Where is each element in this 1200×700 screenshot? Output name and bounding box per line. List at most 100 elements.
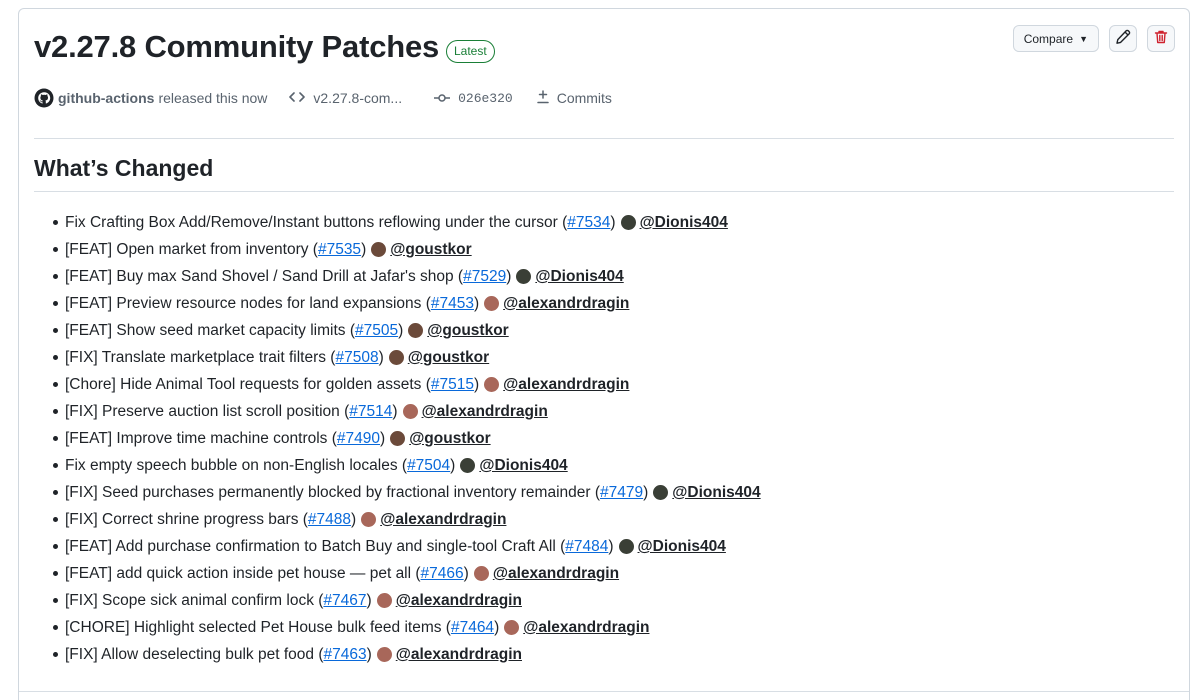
user-link[interactable]: @goustkor bbox=[409, 428, 490, 449]
user-link[interactable]: @goustkor bbox=[427, 320, 508, 341]
change-description: [FEAT] Add purchase confirmation to Batc… bbox=[65, 538, 566, 555]
change-description: [FEAT] Open market from inventory ( bbox=[65, 241, 318, 258]
list-item: [FEAT] Improve time machine controls (#7… bbox=[53, 425, 761, 452]
divider bbox=[34, 138, 1174, 139]
release-author-link[interactable]: github-actions bbox=[58, 90, 154, 106]
compare-button[interactable]: Compare ▼ bbox=[1012, 25, 1099, 52]
user-link[interactable]: @alexandrdragin bbox=[422, 401, 548, 422]
pull-request-link[interactable]: #7488 bbox=[308, 509, 351, 530]
user-link[interactable]: @alexandrdragin bbox=[380, 509, 506, 530]
pull-request-link[interactable]: #7463 bbox=[323, 644, 366, 665]
pull-request-link[interactable]: #7529 bbox=[463, 266, 506, 287]
release-card: v2.27.8 Community Patches Latest Compare… bbox=[18, 8, 1190, 700]
user-link[interactable]: @Dionis404 bbox=[479, 455, 567, 476]
paren-close: ) bbox=[506, 268, 512, 285]
avatar[interactable] bbox=[653, 485, 669, 500]
list-item: [FIX] Allow deselecting bulk pet food (#… bbox=[53, 641, 761, 668]
pull-request-link[interactable]: #7535 bbox=[318, 239, 361, 260]
paren-close: ) bbox=[463, 565, 469, 582]
change-description: [FIX] Seed purchases permanently blocked… bbox=[65, 484, 601, 501]
git-commit-icon bbox=[434, 90, 458, 106]
change-description: [FIX] Preserve auction list scroll posit… bbox=[65, 403, 350, 420]
avatar[interactable] bbox=[473, 566, 489, 581]
pull-request-link[interactable]: #7508 bbox=[335, 347, 378, 368]
avatar[interactable] bbox=[361, 512, 377, 527]
user-link[interactable]: @alexandrdragin bbox=[396, 644, 522, 665]
avatar[interactable] bbox=[376, 647, 392, 662]
pull-request-link[interactable]: #7484 bbox=[565, 536, 608, 557]
change-description: [CHORE] Highlight selected Pet House bul… bbox=[65, 619, 451, 636]
edit-button[interactable] bbox=[1109, 25, 1137, 52]
pull-request-link[interactable]: #7504 bbox=[407, 455, 450, 476]
user-link[interactable]: @alexandrdragin bbox=[503, 374, 629, 395]
user-link[interactable]: @alexandrdragin bbox=[503, 293, 629, 314]
change-description: [FEAT] Show seed market capacity limits … bbox=[65, 322, 355, 339]
paren-close: ) bbox=[398, 322, 404, 339]
pull-request-link[interactable]: #7505 bbox=[355, 320, 398, 341]
paren-close: ) bbox=[643, 484, 649, 501]
avatar[interactable] bbox=[371, 242, 387, 257]
avatar[interactable] bbox=[484, 377, 500, 392]
code-icon bbox=[289, 90, 313, 106]
pull-request-link[interactable]: #7514 bbox=[349, 401, 392, 422]
list-item: [FIX] Scope sick animal confirm lock (#7… bbox=[53, 587, 761, 614]
list-item: [FIX] Seed purchases permanently blocked… bbox=[53, 479, 761, 506]
list-item: [Chore] Hide Animal Tool requests for go… bbox=[53, 371, 761, 398]
user-link[interactable]: @alexandrdragin bbox=[396, 590, 522, 611]
avatar[interactable] bbox=[618, 539, 634, 554]
user-link[interactable]: @Dionis404 bbox=[640, 212, 728, 233]
released-time-text: released this now bbox=[158, 90, 268, 106]
paren-close: ) bbox=[392, 403, 398, 420]
paren-close: ) bbox=[450, 457, 456, 474]
change-description: [FEAT] Buy max Sand Shovel / Sand Drill … bbox=[65, 268, 464, 285]
commits-link[interactable]: Commits bbox=[536, 89, 612, 107]
release-meta: github-actions released this now v2.27.8… bbox=[34, 88, 612, 108]
trash-icon bbox=[1153, 29, 1169, 48]
commit-sha: 026e320 bbox=[458, 90, 513, 106]
pull-request-link[interactable]: #7490 bbox=[337, 428, 380, 449]
pull-request-link[interactable]: #7467 bbox=[323, 590, 366, 611]
user-link[interactable]: @alexandrdragin bbox=[493, 563, 619, 584]
user-link[interactable]: @goustkor bbox=[408, 347, 489, 368]
file-diff-icon bbox=[536, 89, 557, 107]
pull-request-link[interactable]: #7479 bbox=[600, 482, 643, 503]
avatar[interactable] bbox=[408, 323, 424, 338]
tag-link[interactable]: v2.27.8-com... bbox=[289, 90, 402, 106]
avatar[interactable] bbox=[402, 404, 418, 419]
user-link[interactable]: @Dionis404 bbox=[672, 482, 760, 503]
commit-link[interactable]: 026e320 bbox=[434, 90, 513, 106]
list-item: [FEAT] Show seed market capacity limits … bbox=[53, 317, 761, 344]
pull-request-link[interactable]: #7534 bbox=[567, 212, 610, 233]
pencil-icon bbox=[1115, 29, 1131, 48]
avatar[interactable] bbox=[388, 350, 404, 365]
paren-close: ) bbox=[380, 430, 386, 447]
pull-request-link[interactable]: #7515 bbox=[431, 374, 474, 395]
avatar[interactable] bbox=[484, 296, 500, 311]
change-description: [FIX] Correct shrine progress bars ( bbox=[65, 511, 308, 528]
paren-close: ) bbox=[608, 538, 614, 555]
user-link[interactable]: @goustkor bbox=[390, 239, 471, 260]
avatar[interactable] bbox=[516, 269, 532, 284]
delete-button[interactable] bbox=[1147, 25, 1175, 52]
pull-request-link[interactable]: #7464 bbox=[451, 617, 494, 638]
paren-close: ) bbox=[494, 619, 500, 636]
user-link[interactable]: @Dionis404 bbox=[535, 266, 623, 287]
paren-close: ) bbox=[361, 241, 367, 258]
change-description: [FIX] Scope sick animal confirm lock ( bbox=[65, 592, 324, 609]
avatar[interactable] bbox=[504, 620, 520, 635]
user-link[interactable]: @Dionis404 bbox=[638, 536, 726, 557]
pull-request-link[interactable]: #7466 bbox=[421, 563, 464, 584]
commits-label: Commits bbox=[556, 90, 612, 106]
avatar[interactable] bbox=[620, 215, 636, 230]
pull-request-link[interactable]: #7453 bbox=[431, 293, 474, 314]
paren-close: ) bbox=[378, 349, 384, 366]
avatar[interactable] bbox=[390, 431, 406, 446]
user-link[interactable]: @alexandrdragin bbox=[523, 617, 649, 638]
list-item: Fix Crafting Box Add/Remove/Instant butt… bbox=[53, 209, 761, 236]
list-item: [FEAT] Add purchase confirmation to Batc… bbox=[53, 533, 761, 560]
divider bbox=[19, 691, 1189, 692]
avatar[interactable] bbox=[460, 458, 476, 473]
avatar[interactable] bbox=[376, 593, 392, 608]
paren-close: ) bbox=[474, 376, 480, 393]
latest-badge: Latest bbox=[446, 40, 495, 63]
